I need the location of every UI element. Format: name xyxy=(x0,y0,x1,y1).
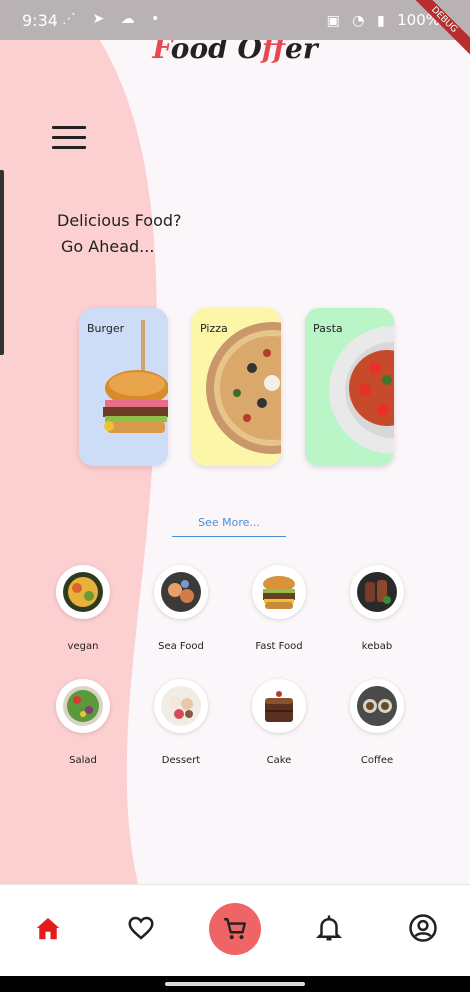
salad-icon xyxy=(56,679,110,733)
category-label: Coffee xyxy=(360,755,394,766)
headline: Delicious Food? Go Ahead... xyxy=(57,208,182,260)
cake-icon xyxy=(252,679,306,733)
home-gesture-pill[interactable] xyxy=(165,982,305,986)
bottom-navigation-bar xyxy=(0,884,470,977)
category-label: Dessert xyxy=(161,755,201,766)
kebab-icon xyxy=(350,565,404,619)
account-circle-icon[interactable] xyxy=(408,913,438,943)
status-right-icons: ▣ ◔ ▮ 100% xyxy=(326,11,440,29)
featured-card-pasta[interactable]: Pasta xyxy=(305,308,394,466)
seafood-icon xyxy=(154,565,208,619)
category-cake[interactable]: Cake xyxy=(229,679,329,766)
status-bar: 9:34 ⋰ ➤ ☁ • ▣ ◔ ▮ 100% xyxy=(0,0,470,40)
headline-line-2: Go Ahead... xyxy=(61,237,155,256)
coffee-icon xyxy=(350,679,404,733)
bell-icon[interactable] xyxy=(314,913,344,943)
category-label: Sea Food xyxy=(158,641,204,652)
category-label: vegan xyxy=(67,641,99,652)
category-kebab[interactable]: kebab xyxy=(327,565,427,652)
category-label: kebab xyxy=(361,641,393,652)
hamburger-menu-icon[interactable] xyxy=(52,126,86,150)
burger-icon xyxy=(252,565,306,619)
category-label: Cake xyxy=(266,755,292,766)
vegan-bowl-icon xyxy=(56,565,110,619)
featured-card-burger[interactable]: Burger xyxy=(79,308,168,466)
category-salad[interactable]: Salad xyxy=(33,679,133,766)
card-label: Pasta xyxy=(313,322,343,335)
cart-button[interactable] xyxy=(209,903,261,955)
category-vegan[interactable]: vegan xyxy=(33,565,133,652)
category-label: Fast Food xyxy=(255,641,303,652)
category-fast-food[interactable]: Fast Food xyxy=(229,565,329,652)
dessert-icon xyxy=(154,679,208,733)
headline-line-1: Delicious Food? xyxy=(57,211,182,230)
status-time: 9:34 xyxy=(22,11,58,30)
featured-card-pizza[interactable]: Pizza xyxy=(192,308,281,466)
home-icon[interactable] xyxy=(33,913,63,943)
card-label: Burger xyxy=(87,322,125,335)
category-label: Salad xyxy=(69,755,97,766)
category-dessert[interactable]: Dessert xyxy=(131,679,231,766)
category-sea-food[interactable]: Sea Food xyxy=(131,565,231,652)
cart-icon xyxy=(224,918,246,940)
card-label: Pizza xyxy=(200,322,228,335)
heart-icon[interactable] xyxy=(126,913,156,943)
category-coffee[interactable]: Coffee xyxy=(327,679,427,766)
system-navigation-bar xyxy=(0,976,470,992)
status-notification-icons: ⋰ ➤ ☁ • xyxy=(62,11,166,27)
scroll-edge-indicator xyxy=(0,170,4,355)
see-more-link[interactable]: See More... xyxy=(172,516,286,537)
